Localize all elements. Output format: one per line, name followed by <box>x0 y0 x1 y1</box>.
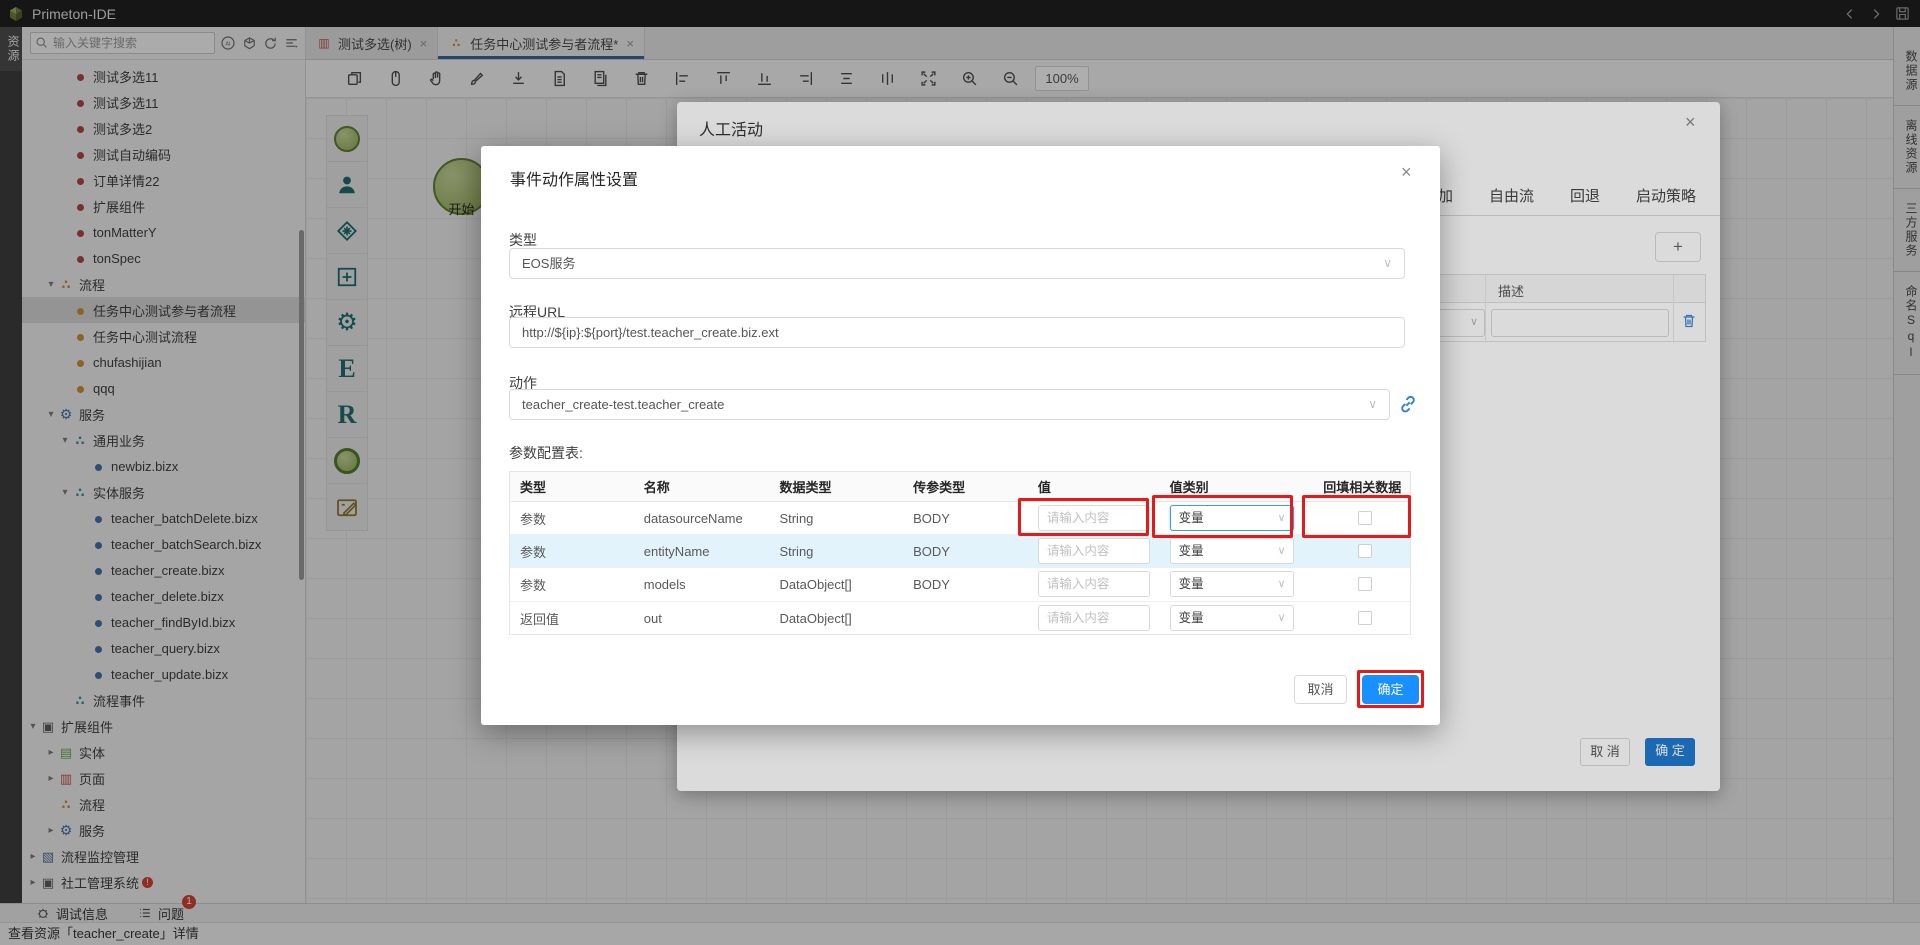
cell-name: entityName <box>634 544 770 559</box>
value-type-value: 变量 <box>1179 511 1204 525</box>
cell-type: 参数 <box>510 509 634 528</box>
param-table-row: 参数 entityName String BODY 请输入内容 变量 ∨ <box>510 535 1410 568</box>
col-header: 回填相关数据 <box>1319 477 1410 496</box>
link-icon[interactable] <box>1397 393 1419 415</box>
value-placeholder: 请输入内容 <box>1047 611 1110 625</box>
value-input[interactable]: 请输入内容 <box>1038 538 1150 564</box>
value-input[interactable]: 请输入内容 <box>1038 505 1150 531</box>
cell-name: out <box>634 611 770 626</box>
value-type-value: 变量 <box>1179 544 1204 558</box>
modal-close-icon[interactable]: × <box>1401 162 1412 183</box>
chevron-down-icon: ∨ <box>1278 606 1286 630</box>
cell-datatype: DataObject[] <box>769 611 903 626</box>
param-table-body: 参数 datasourceName String BODY 请输入内容 变量∨ … <box>510 502 1410 635</box>
modal-title: 事件动作属性设置 <box>510 166 638 190</box>
value-placeholder: 请输入内容 <box>1047 544 1110 558</box>
col-header: 值类别 <box>1160 477 1320 496</box>
cell-datatype: DataObject[] <box>769 577 903 592</box>
cell-passtype: BODY <box>903 577 1028 592</box>
chevron-down-icon: ∨ <box>1278 572 1286 596</box>
cell-passtype: BODY <box>903 511 1028 526</box>
chevron-down-icon: ∨ <box>1278 539 1286 563</box>
param-table-row: 参数 datasourceName String BODY 请输入内容 变量 ∨ <box>510 502 1410 535</box>
chevron-down-icon: ∨ <box>1368 390 1377 419</box>
type-select[interactable]: EOS服务 ∨ <box>509 248 1405 279</box>
remote-url-input[interactable]: http://${ip}:${port}/test.teacher_create… <box>509 317 1405 348</box>
cell-type: 返回值 <box>510 609 634 628</box>
col-header: 数据类型 <box>769 477 903 496</box>
type-label: 类型 <box>509 230 537 250</box>
value-type-select[interactable]: 变量 ∨ <box>1170 505 1294 531</box>
chevron-down-icon: ∨ <box>1383 249 1392 278</box>
value-type-select[interactable]: 变量 ∨ <box>1170 571 1294 597</box>
param-table: 类型 名称 数据类型 传参类型 值 值类别 回填相关数据 参数 datasour… <box>509 471 1411 635</box>
value-input[interactable]: 请输入内容 <box>1038 571 1150 597</box>
action-select[interactable]: teacher_create-test.teacher_create ∨ <box>509 389 1390 420</box>
type-select-value: EOS服务 <box>522 256 575 271</box>
cell-name: models <box>634 577 770 592</box>
cell-datatype: String <box>769 511 903 526</box>
value-type-select[interactable]: 变量 ∨ <box>1170 605 1294 631</box>
value-type-value: 变量 <box>1179 577 1204 591</box>
cell-datatype: String <box>769 544 903 559</box>
param-table-label: 参数配置表: <box>509 443 583 463</box>
param-table-header: 类型 名称 数据类型 传参类型 值 值类别 回填相关数据 <box>510 472 1410 502</box>
event-action-properties-modal: 事件动作属性设置 × 类型 EOS服务 ∨ 远程URL http://${ip}… <box>481 146 1440 725</box>
cell-type: 参数 <box>510 542 634 561</box>
value-type-select[interactable]: 变量 ∨ <box>1170 538 1294 564</box>
col-header: 值 <box>1028 477 1160 496</box>
value-placeholder: 请输入内容 <box>1047 511 1110 525</box>
backfill-checkbox[interactable] <box>1358 544 1372 558</box>
remote-url-value: http://${ip}:${port}/test.teacher_create… <box>522 325 779 340</box>
chevron-down-icon: ∨ <box>1278 506 1286 530</box>
modal-ok-button[interactable]: 确定 <box>1362 675 1419 704</box>
app-root: Primeton-IDE 资源 AI <box>0 0 1920 945</box>
action-select-value: teacher_create-test.teacher_create <box>522 397 724 412</box>
param-table-row: 返回值 out DataObject[] 请输入内容 变量 ∨ <box>510 602 1410 635</box>
modal-cancel-button[interactable]: 取消 <box>1294 675 1347 704</box>
cell-passtype: BODY <box>903 544 1028 559</box>
value-type-value: 变量 <box>1179 611 1204 625</box>
param-table-row: 参数 models DataObject[] BODY 请输入内容 变量 ∨ <box>510 568 1410 601</box>
backfill-checkbox[interactable] <box>1358 611 1372 625</box>
value-input[interactable]: 请输入内容 <box>1038 605 1150 631</box>
backfill-checkbox[interactable] <box>1358 577 1372 591</box>
col-header: 名称 <box>634 477 770 496</box>
cell-type: 参数 <box>510 575 634 594</box>
value-placeholder: 请输入内容 <box>1047 577 1110 591</box>
backfill-checkbox[interactable] <box>1358 511 1372 525</box>
col-header: 类型 <box>510 477 634 496</box>
col-header: 传参类型 <box>903 477 1028 496</box>
cell-name: datasourceName <box>634 511 770 526</box>
